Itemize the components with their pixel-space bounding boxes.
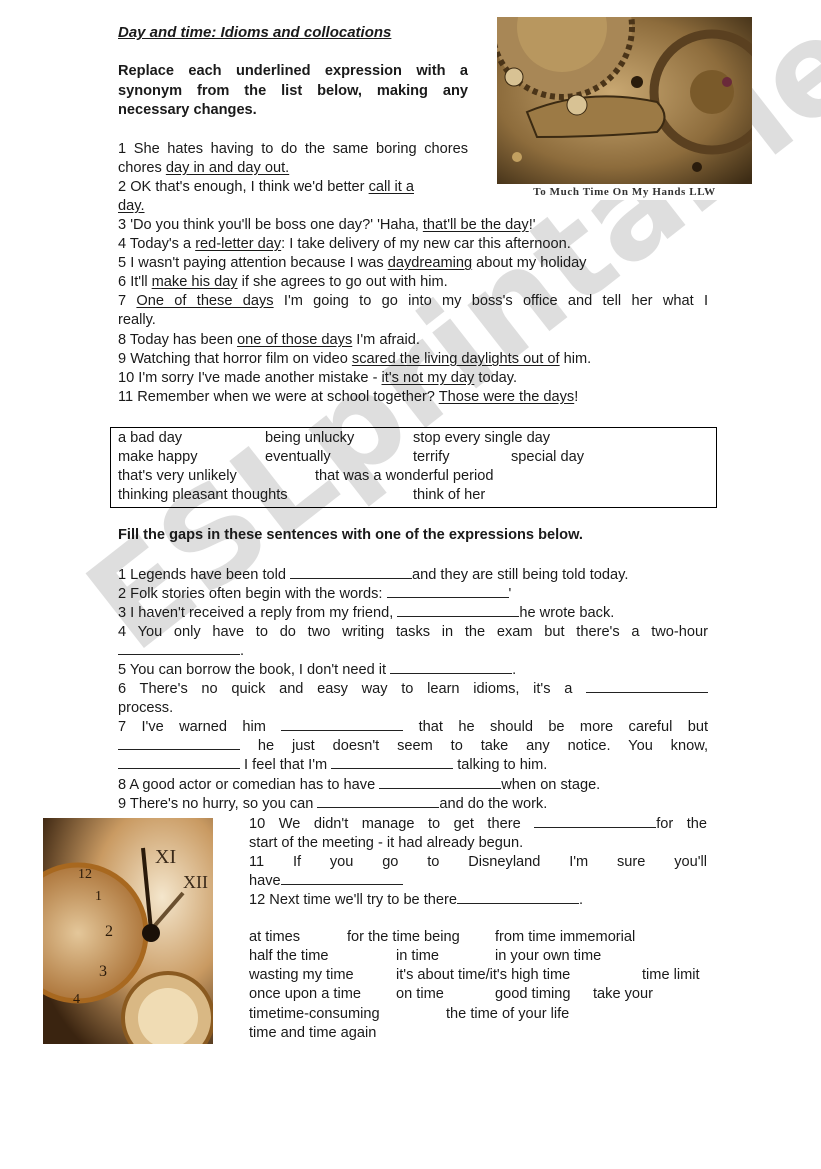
- synonym-item: stop every single day: [413, 430, 551, 446]
- gap-sentence-9: 9 There's no hurry, so you can and do th…: [118, 795, 548, 812]
- gap-sentence-10b: start of the meeting - it had already be…: [249, 835, 524, 851]
- clockwork-gears-icon: [489, 0, 775, 184]
- sentence-1b: chores day in and day out.: [118, 160, 290, 176]
- synonym-item: thinking pleasant thoughts: [118, 487, 288, 503]
- expression-item: from time immemorial: [495, 929, 636, 945]
- svg-text:2: 2: [105, 923, 113, 940]
- expression-item: in your own time: [495, 948, 602, 964]
- synonym-item: special day: [511, 449, 585, 465]
- synonym-item: make happy: [118, 449, 198, 465]
- gap-sentence-8: 8 A good actor or comedian has to have w…: [118, 776, 601, 793]
- gap-blank[interactable]: [317, 795, 440, 808]
- svg-text:XII: XII: [183, 872, 208, 892]
- gap-sentence-10a: 10 We didn't manage to get there for the: [249, 815, 707, 832]
- svg-text:XI: XI: [155, 846, 176, 868]
- gap-blank[interactable]: [118, 737, 240, 750]
- gap-blank[interactable]: [457, 891, 579, 904]
- page-title: Day and time: Idioms and collocations: [118, 24, 392, 41]
- gap-blank[interactable]: [534, 815, 657, 828]
- expression-item: it's about time/it's high time: [396, 967, 571, 983]
- expression-item: in time: [396, 948, 439, 964]
- svg-text:1: 1: [95, 889, 102, 904]
- expression-item: on time: [396, 986, 444, 1002]
- sentence-10: 10 I'm sorry I've made another mistake -…: [118, 370, 518, 386]
- synonym-item: terrify: [413, 449, 450, 465]
- sentence-9: 9 Watching that horror film on video sca…: [118, 351, 592, 367]
- gap-sentence-4a: 4 You only have to do two writing tasks …: [118, 624, 708, 640]
- clockwork-photo: To Much Time On My Hands LLW: [489, 0, 775, 200]
- gap-sentence-7a: 7 I've warned him that he should be more…: [118, 718, 708, 735]
- sentence-5: 5 I wasn't paying attention because I wa…: [118, 255, 587, 271]
- expression-item: the time of your life: [446, 1006, 570, 1022]
- gap-sentence-11a: 11 If you go to Disneyland I'm sure you'…: [249, 854, 707, 870]
- sentence-11: 11 Remember when we were at school toget…: [118, 389, 579, 405]
- gap-sentence-11b: have: [249, 872, 403, 891]
- gap-sentence-5: 5 You can borrow the book, I don't need …: [118, 661, 517, 678]
- sentence-8: 8 Today has been one of those days I'm a…: [118, 332, 420, 348]
- sentence-4: 4 Today's a red-letter day: I take deliv…: [118, 236, 571, 252]
- gap-sentence-12: 12 Next time we'll try to be there.: [249, 891, 584, 908]
- sentence-2a: 2 OK that's enough, I think we'd better …: [118, 179, 415, 195]
- synonym-item: a bad day: [118, 430, 183, 446]
- gap-blank[interactable]: [280, 872, 403, 885]
- gap-sentence-3: 3 I haven't received a reply from my fri…: [118, 604, 615, 621]
- gap-blank[interactable]: [331, 756, 454, 769]
- svg-text:3: 3: [99, 963, 107, 980]
- svg-text:4: 4: [73, 992, 80, 1007]
- gap-sentence-6a: 6 There's no quick and easy way to learn…: [118, 680, 708, 699]
- gap-blank[interactable]: [118, 642, 240, 655]
- expression-item: time limit: [642, 967, 700, 983]
- sentence-3: 3 'Do you think you'll be boss one day?'…: [118, 217, 536, 233]
- synonym-box: a bad day being unlucky stop every singl…: [110, 427, 717, 508]
- gap-blank[interactable]: [397, 604, 520, 617]
- svg-text:12: 12: [78, 867, 92, 882]
- expression-item: at times: [249, 929, 301, 945]
- expression-item: half the time: [249, 948, 329, 964]
- synonym-item: being unlucky: [265, 430, 355, 446]
- gap-blank[interactable]: [386, 585, 509, 598]
- gap-blank[interactable]: [586, 680, 708, 693]
- gap-blank[interactable]: [390, 661, 513, 674]
- synonym-item: think of her: [413, 487, 486, 503]
- gap-blank[interactable]: [281, 718, 404, 731]
- sentence-7b: really.: [118, 312, 156, 328]
- expression-item: timetime-consuming: [249, 1006, 380, 1022]
- sentence-6: 6 It'll make his day if she agrees to go…: [118, 274, 448, 290]
- synonym-item: that's very unlikely: [118, 468, 237, 484]
- expression-item: wasting my time: [249, 967, 354, 983]
- expression-item: for the time being: [347, 929, 460, 945]
- sentence-1a: 1 She hates having to do the same boring…: [118, 141, 468, 157]
- expression-item: time and time again: [249, 1025, 377, 1041]
- gap-sentence-7c: I feel that I'm talking to him.: [118, 756, 547, 775]
- sentence-7a: 7 One of these days I'm going to go into…: [118, 293, 709, 309]
- gap-blank[interactable]: [379, 776, 502, 789]
- pocket-watch-photo: 12 1 2 3 4 XI XII: [7, 818, 215, 1065]
- instruction-2: Fill the gaps in these sentences with on…: [118, 527, 583, 543]
- instruction-1: Replace each underlined expression with …: [118, 63, 468, 118]
- expression-item: once upon a time: [249, 986, 361, 1002]
- expression-item: take your: [593, 986, 654, 1002]
- gap-sentence-6b: process.: [118, 700, 174, 716]
- photo-caption: To Much Time On My Hands LLW: [497, 184, 752, 200]
- expression-item: good timing: [495, 986, 571, 1002]
- gap-sentence-7b: he just doesn't seem to take any notice.…: [118, 737, 708, 756]
- pocket-watches-icon: 12 1 2 3 4 XI XII: [7, 818, 215, 1065]
- gap-blank[interactable]: [118, 756, 240, 769]
- gap-sentence-1: 1 Legends have been told and they are st…: [118, 566, 629, 583]
- gap-sentence-2: 2 Folk stories often begin with the word…: [118, 585, 512, 602]
- synonym-item: that was a wonderful period: [315, 468, 494, 484]
- synonym-item: eventually: [265, 449, 331, 465]
- gap-sentence-4b: .: [118, 642, 244, 661]
- sentence-2b: day.: [118, 198, 145, 214]
- expressions-list: at times for the time being from time im…: [249, 929, 719, 1049]
- gap-blank[interactable]: [290, 566, 413, 579]
